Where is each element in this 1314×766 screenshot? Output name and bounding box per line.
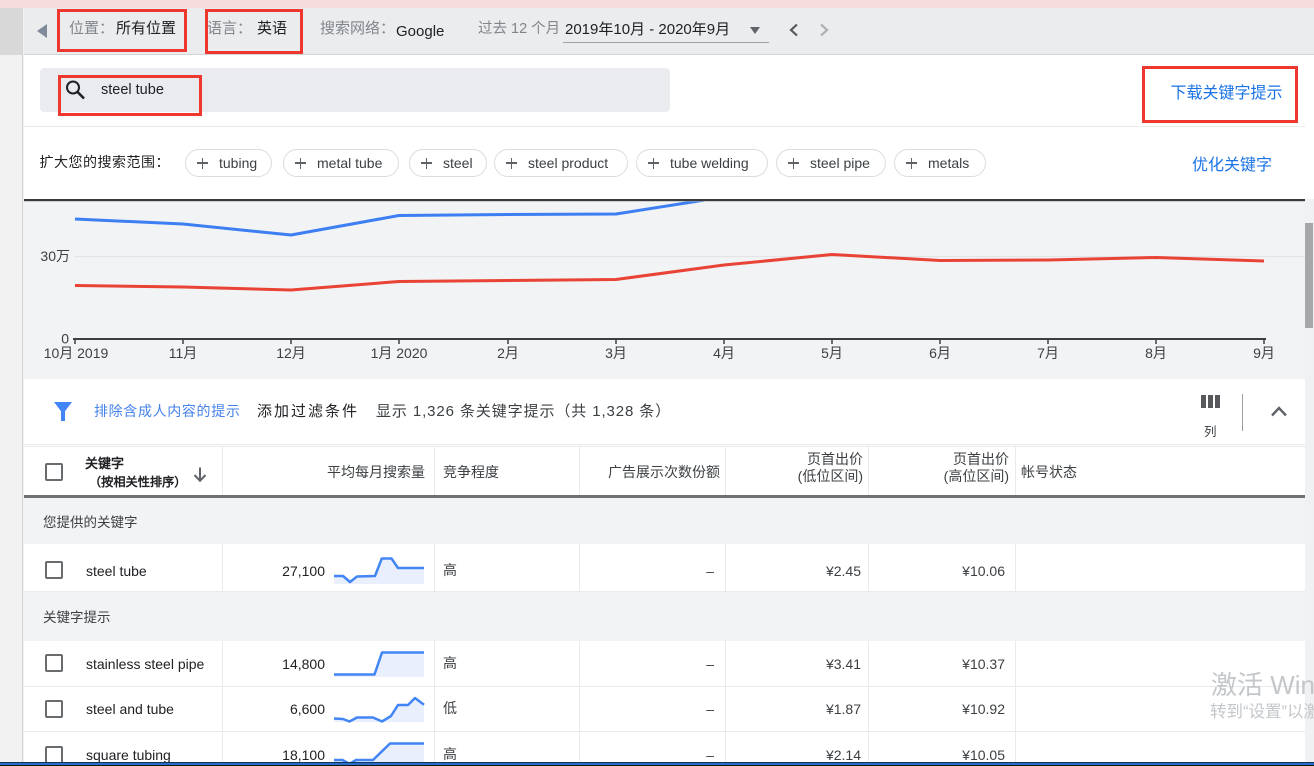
svg-text:10月 2019: 10月 2019 (44, 345, 109, 361)
svg-text:12月: 12月 (276, 345, 306, 361)
svg-text:30万: 30万 (40, 248, 70, 264)
svg-text:7月: 7月 (1037, 345, 1059, 361)
svg-text:9月: 9月 (1253, 345, 1275, 361)
svg-text:11月: 11月 (169, 345, 198, 361)
svg-text:4月: 4月 (713, 345, 735, 361)
svg-text:2月: 2月 (497, 345, 519, 361)
svg-text:8月: 8月 (1145, 345, 1167, 361)
svg-text:3月: 3月 (605, 345, 627, 361)
svg-text:1月 2020: 1月 2020 (371, 345, 428, 361)
svg-text:5月: 5月 (821, 345, 843, 361)
svg-text:6月: 6月 (929, 345, 951, 361)
